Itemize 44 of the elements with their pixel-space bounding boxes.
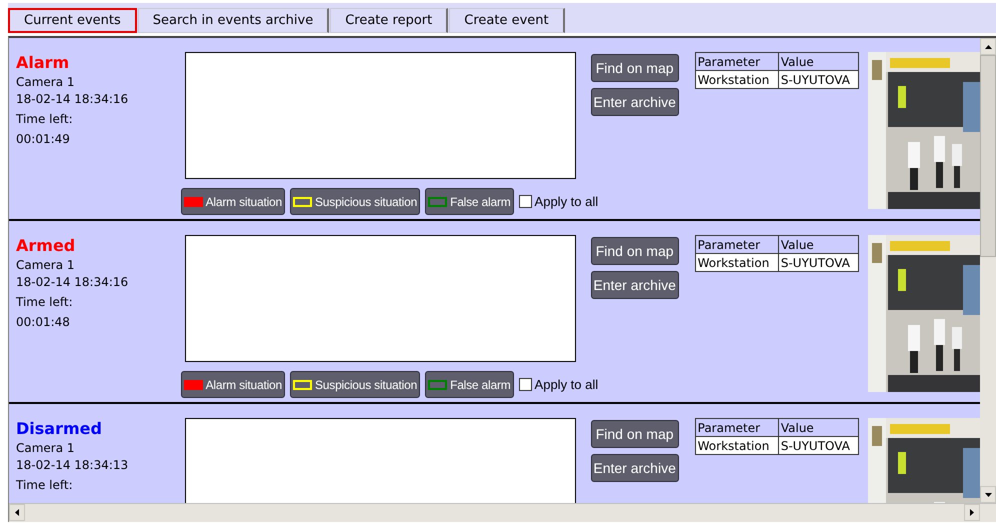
time-left-label: Time left: <box>16 111 74 128</box>
table-cell: S-UYUTOVA <box>778 70 859 88</box>
action-button[interactable]: Find on map <box>590 54 679 82</box>
camera-name: Camera 1 <box>16 257 76 274</box>
column-header: Value <box>778 236 859 254</box>
camera-name: Camera 1 <box>16 440 76 457</box>
action-button[interactable]: Enter archive <box>590 454 679 482</box>
table-cell: Workstation <box>695 70 778 88</box>
action-button[interactable]: Find on map <box>590 237 679 265</box>
table-cell: Workstation <box>695 436 778 454</box>
classify-button[interactable]: Alarm situation <box>180 371 285 398</box>
time-left-label: Time left: <box>16 477 74 494</box>
time-left-value: 00:01:48 <box>16 314 71 331</box>
time-left-label: Time left: <box>16 294 74 311</box>
time-left-value: 00:01:49 <box>16 131 71 148</box>
event-timestamp: 18-02-14 18:34:16 <box>16 91 130 108</box>
checkbox-label: Apply to all <box>534 377 598 392</box>
action-button[interactable]: Enter archive <box>590 88 679 116</box>
checkbox-label: Apply to all <box>534 194 598 209</box>
table-cell: S-UYUTOVA <box>778 436 859 454</box>
classify-button[interactable]: False alarm <box>425 371 514 398</box>
event-timestamp: 18-02-14 18:34:16 <box>16 274 130 291</box>
table-cell: Workstation <box>695 254 778 272</box>
classify-button[interactable]: Suspicious situation <box>290 188 420 215</box>
event-title: Alarm <box>16 52 70 74</box>
event-title: Disarmed <box>16 418 103 440</box>
column-header: Value <box>778 418 859 436</box>
tab[interactable]: Current events <box>8 8 137 33</box>
camera-name: Camera 1 <box>16 74 76 91</box>
classify-button[interactable]: False alarm <box>425 188 514 215</box>
event-timestamp: 18-02-14 18:34:13 <box>16 457 130 474</box>
column-header: Parameter <box>695 236 778 254</box>
table-cell: S-UYUTOVA <box>778 254 859 272</box>
column-header: Parameter <box>695 52 778 70</box>
action-button[interactable]: Enter archive <box>590 271 679 299</box>
classify-button[interactable]: Alarm situation <box>180 188 285 215</box>
tab[interactable]: Create report <box>330 8 448 33</box>
tab[interactable]: Create event <box>449 8 565 33</box>
column-header: Parameter <box>695 418 778 436</box>
action-button[interactable]: Find on map <box>590 420 679 448</box>
classify-button[interactable]: Suspicious situation <box>290 371 420 398</box>
event-title: Armed <box>16 235 76 257</box>
column-header: Value <box>778 52 859 70</box>
tab[interactable]: Search in events archive <box>138 8 330 33</box>
